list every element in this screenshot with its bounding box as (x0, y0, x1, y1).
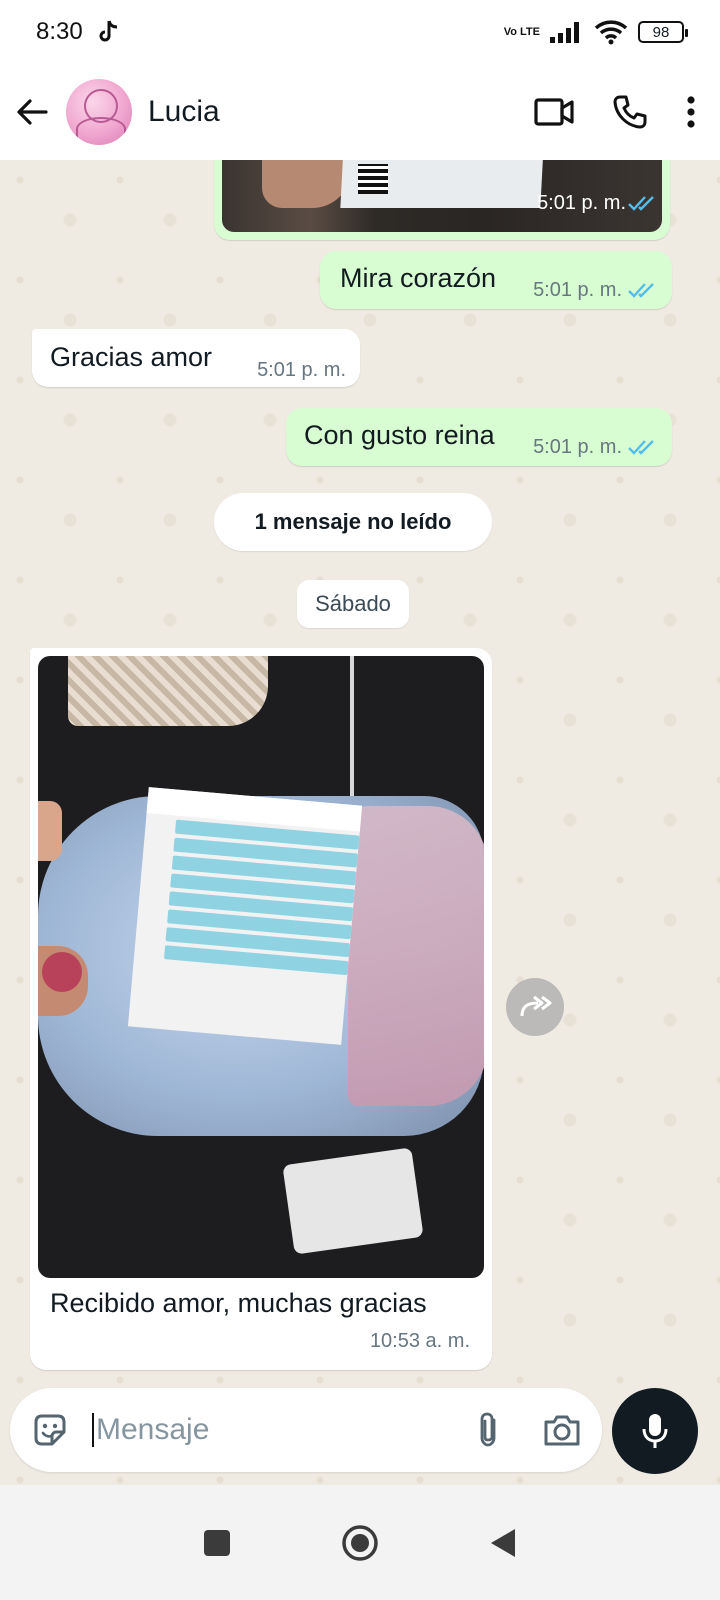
message-time: 10:53 a. m. (369, 1330, 470, 1352)
voice-call-icon[interactable] (612, 94, 648, 130)
message-image[interactable] (38, 656, 484, 1278)
message-text: Gracias amor (50, 342, 213, 372)
read-ticks-icon (628, 440, 654, 455)
system-navigation-bar (0, 1485, 720, 1600)
header-actions (534, 94, 706, 130)
forward-button[interactable] (506, 978, 564, 1036)
home-icon[interactable] (341, 1524, 379, 1562)
image-caption: Recibido amor, muchas gracias (50, 1288, 427, 1318)
status-bar: 8:30 Vo LTE 98 (0, 0, 720, 64)
microphone-icon (642, 1414, 668, 1448)
back-nav-icon[interactable] (489, 1527, 517, 1559)
wifi-icon (594, 20, 628, 45)
outgoing-message[interactable]: Con gusto reina 5:01 p. m. (286, 408, 672, 466)
contact-avatar[interactable] (66, 79, 132, 145)
read-ticks-icon (628, 196, 654, 211)
battery-icon: 98 (638, 21, 688, 43)
message-input[interactable] (92, 1413, 442, 1447)
contact-name[interactable]: Lucia (148, 95, 220, 129)
video-call-icon[interactable] (534, 96, 574, 128)
message-time: 5:01 p. m. (257, 359, 346, 381)
camera-icon[interactable] (542, 1412, 582, 1448)
more-options-icon[interactable] (686, 95, 696, 129)
message-text: Mira corazón (340, 263, 497, 293)
outgoing-message[interactable]: Mira corazón 5:01 p. m. (320, 251, 672, 309)
attach-icon[interactable] (474, 1410, 504, 1450)
message-composer (10, 1388, 602, 1472)
message-time: 5:01 p. m. (533, 279, 622, 301)
tiktok-icon (99, 20, 117, 42)
recent-apps-icon[interactable] (203, 1529, 231, 1557)
forward-icon (520, 995, 552, 1017)
read-ticks-icon (628, 283, 654, 298)
message-text: Con gusto reina (304, 420, 495, 450)
voice-message-button[interactable] (612, 1388, 698, 1474)
sticker-icon[interactable] (30, 1410, 70, 1450)
message-time: 5:01 p. m. (533, 436, 622, 458)
back-arrow-icon[interactable] (14, 94, 50, 130)
chat-header: Lucia (0, 64, 720, 160)
status-icons: Vo LTE 98 (503, 19, 688, 45)
volte-indicator: Vo LTE (503, 25, 540, 38)
chat-area[interactable]: 5:01 p. m. Mira corazón 5:01 p. m. Graci… (0, 160, 720, 1485)
signal-icon (550, 22, 579, 43)
outgoing-image-message[interactable]: 5:01 p. m. (214, 160, 670, 240)
unread-messages-banner: 1 mensaje no leído (214, 493, 492, 551)
status-time: 8:30 (36, 18, 83, 45)
incoming-message[interactable]: Gracias amor 5:01 p. m. (32, 329, 360, 387)
date-separator: Sábado (297, 580, 409, 628)
incoming-image-message[interactable]: Recibido amor, muchas gracias 10:53 a. m… (30, 648, 492, 1370)
message-time: 5:01 p. m. (537, 192, 626, 214)
